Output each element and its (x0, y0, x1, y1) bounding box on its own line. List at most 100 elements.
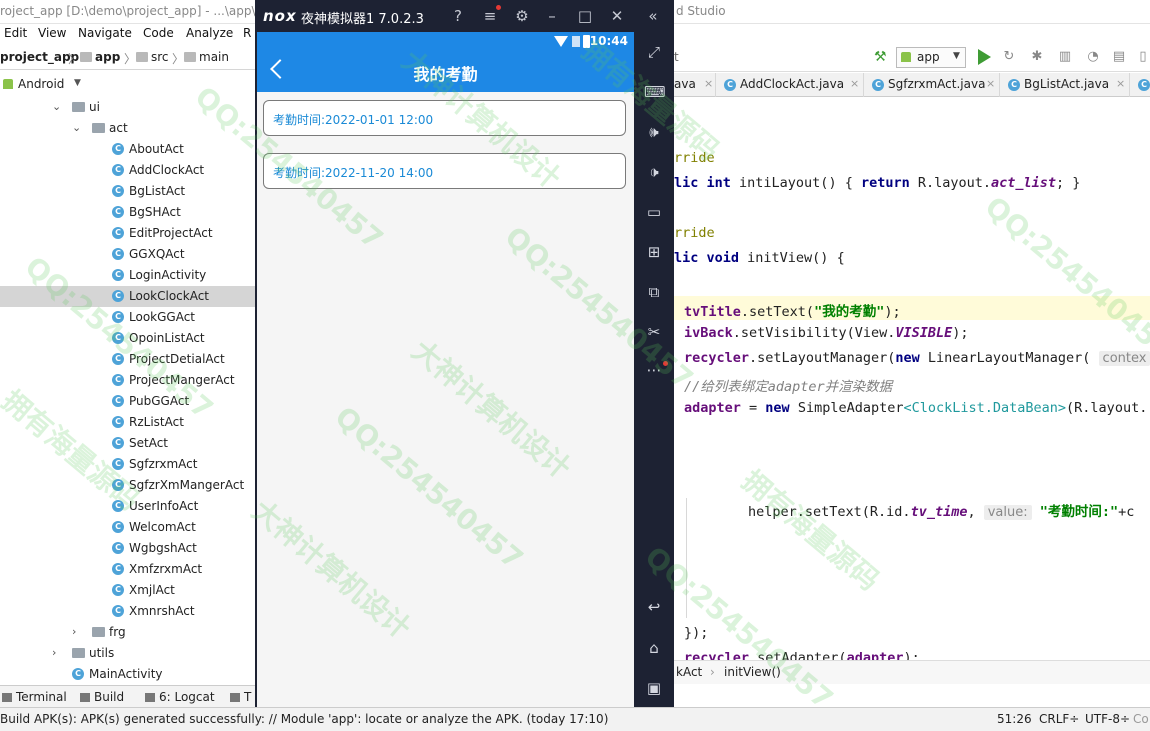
tree-file-item[interactable]: C ProjectDetialAct (0, 349, 256, 370)
editor-tab-bglistact[interactable]: C BgListAct.java × (1002, 73, 1130, 97)
status-message[interactable]: Build APK(s): APK(s) generated successfu… (0, 712, 608, 726)
fullscreen-icon[interactable]: ⤢ (644, 42, 664, 62)
project-view-selector[interactable]: Android ▼ (0, 74, 256, 96)
menu-code[interactable]: Code (143, 26, 174, 40)
editor-crumb-method[interactable]: initView() (724, 665, 781, 679)
class-icon: C (872, 79, 884, 91)
tree-file-label: BgSHAct (129, 205, 181, 219)
run-configuration-select[interactable]: app ▼ (896, 47, 966, 68)
tree-file-item[interactable]: C RzListAct (0, 412, 256, 433)
editor-tab-sgfzrxmact[interactable]: C SgfzrxmAct.java × (866, 73, 1000, 97)
tab-logcat[interactable]: 6: Logcat (145, 690, 215, 704)
tree-folder-frg[interactable]: › frg (0, 622, 256, 643)
tree-file-item[interactable]: C WelcomAct (0, 517, 256, 538)
scissors-icon[interactable]: ✂ (644, 322, 664, 342)
chevron-right-icon[interactable]: › (72, 625, 76, 638)
more-icon[interactable]: ⋯ (644, 360, 664, 380)
breadcrumb-chevron-icon: 〉 (68, 52, 81, 66)
tree-file-item[interactable]: C SgfzrXmMangerAct (0, 475, 256, 496)
attendance-record[interactable]: 考勤时间:2022-11-20 14:00 (263, 153, 626, 189)
close-icon[interactable]: × (704, 77, 713, 90)
install-apk-icon[interactable]: ⊞ (644, 242, 664, 262)
editor-tab-addclockact[interactable]: C AddClockAct.java × (718, 73, 864, 97)
tree-file-item[interactable]: C AboutAct (0, 139, 256, 160)
chevron-down-icon[interactable]: ⌄ (52, 100, 61, 113)
tree-file-item[interactable]: C LoginActivity (0, 265, 256, 286)
tree-file-item[interactable]: C LookClockAct (0, 286, 256, 307)
menu-view[interactable]: View (38, 26, 66, 40)
tree-file-item[interactable]: C BgListAct (0, 181, 256, 202)
coverage-icon[interactable]: ▥ (1058, 50, 1072, 64)
apply-changes-icon[interactable]: ▤ (1112, 50, 1126, 64)
keyboard-icon[interactable]: ⌨ (644, 82, 666, 102)
tree-folder-act[interactable]: ⌄ act (0, 118, 256, 139)
tree-file-item[interactable]: C OpoinListAct (0, 328, 256, 349)
tree-file-item[interactable]: C AddClockAct (0, 160, 256, 181)
tree-file-label: WelcomAct (129, 520, 196, 534)
multi-instance-icon[interactable]: ⧉ (644, 282, 664, 302)
tree-file-item[interactable]: C LookGGAct (0, 307, 256, 328)
attendance-record[interactable]: 考勤时间:2022-01-01 12:00 (263, 100, 626, 136)
tab-terminal[interactable]: Terminal (2, 690, 67, 704)
help-icon[interactable]: ? (449, 7, 467, 25)
screen-icon[interactable]: ▭ (644, 202, 664, 222)
editor-tab-active-partial[interactable]: C (1132, 73, 1150, 97)
profiler-icon[interactable]: ◔ (1086, 50, 1100, 64)
breadcrumb-app[interactable]: app (80, 50, 120, 64)
close-icon[interactable]: × (850, 77, 859, 90)
status-extra[interactable]: Co (1133, 712, 1149, 726)
line-separator[interactable]: CRLF÷ (1039, 712, 1079, 726)
volume-up-icon[interactable]: 🕪 (644, 122, 664, 142)
home-icon[interactable]: ⌂ (644, 638, 664, 658)
back-icon[interactable]: ↩ (644, 597, 664, 617)
code-editor[interactable]: rride lic int intiLayout() { return R.la… (674, 98, 1150, 666)
close-icon[interactable]: × (986, 77, 995, 90)
breadcrumb-src[interactable]: src (136, 50, 169, 64)
menu-navigate[interactable]: Navigate (78, 26, 132, 40)
tree-file-item[interactable]: C WgbgshAct (0, 538, 256, 559)
caret-position[interactable]: 51:26 (997, 712, 1032, 726)
recent-apps-icon[interactable]: ▣ (644, 678, 664, 698)
run-icon[interactable] (978, 49, 991, 65)
close-icon[interactable]: × (1116, 77, 1125, 90)
device-manager-icon[interactable]: ▯ (1136, 50, 1150, 64)
tab-build[interactable]: Build (80, 690, 124, 704)
menu-refactor[interactable]: R (243, 26, 251, 40)
tree-file-item[interactable]: C UserInfoAct (0, 496, 256, 517)
chevron-down-icon: ▼ (953, 51, 960, 61)
tree-file-item[interactable]: C ProjectMangerAct (0, 370, 256, 391)
debug-icon[interactable]: ✱ (1030, 50, 1044, 64)
code-line: tvTitle.setText("我的考勤"); (684, 304, 901, 320)
code-line: lic void initView() { (674, 250, 845, 266)
tree-file-item[interactable]: C XmnrshAct (0, 601, 256, 622)
tree-file-item[interactable]: C XmfzrxmAct (0, 559, 256, 580)
volume-down-icon[interactable]: 🕩 (644, 162, 664, 182)
tree-file-item[interactable]: C XmjlAct (0, 580, 256, 601)
collapse-sidebar-icon[interactable]: « (644, 7, 662, 25)
editor-tab-partial[interactable]: ava × (674, 73, 716, 97)
minimize-icon[interactable]: – (543, 7, 561, 25)
chevron-right-icon[interactable]: › (52, 646, 56, 659)
close-icon[interactable]: ✕ (608, 7, 626, 25)
tree-file-item[interactable]: C BgSHAct (0, 202, 256, 223)
breadcrumb-main[interactable]: main (184, 50, 229, 64)
file-encoding[interactable]: UTF-8÷ (1085, 712, 1130, 726)
tree-file-item[interactable]: C SetAct (0, 433, 256, 454)
tab-todo[interactable]: T (230, 690, 251, 704)
menu-analyze[interactable]: Analyze (186, 26, 233, 40)
tree-file-item[interactable]: C EditProjectAct (0, 223, 256, 244)
chevron-down-icon[interactable]: ⌄ (72, 121, 81, 134)
tree-folder-utils[interactable]: › utils (0, 643, 256, 664)
tree-file-item[interactable]: C GGXQAct (0, 244, 256, 265)
sim-icon (572, 36, 580, 47)
tree-file-item[interactable]: C SgfzrxmAct (0, 454, 256, 475)
rerun-icon[interactable]: ↻ (1002, 50, 1016, 64)
hammer-icon[interactable]: ⚒ (874, 50, 888, 64)
tree-folder-ui[interactable]: ⌄ ui (0, 97, 256, 118)
tree-file-mainactivity[interactable]: C MainActivity (0, 664, 256, 685)
menu-edit[interactable]: Edit (4, 26, 27, 40)
editor-crumb-class[interactable]: kAct (676, 665, 702, 679)
maximize-icon[interactable]: □ (576, 7, 594, 25)
tree-file-item[interactable]: C PubGGAct (0, 391, 256, 412)
settings-icon[interactable]: ⚙ (513, 7, 531, 25)
